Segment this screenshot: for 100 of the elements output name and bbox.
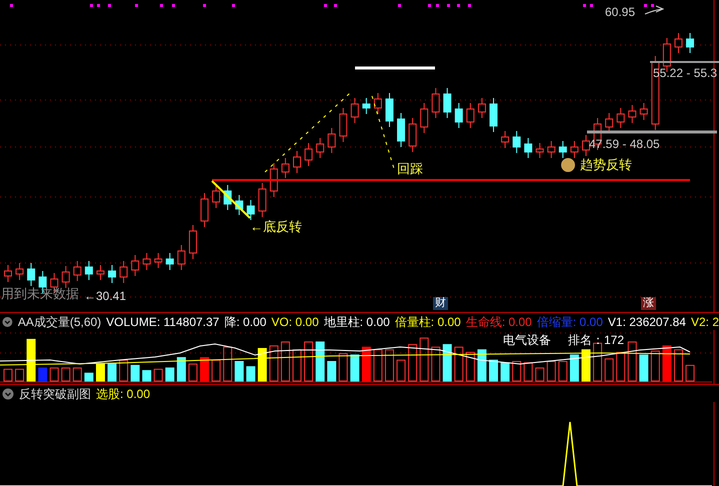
candlestick xyxy=(188,224,197,260)
volume-bar xyxy=(72,368,82,382)
volume-bar xyxy=(628,342,637,382)
candlestick xyxy=(177,244,186,270)
volume-bar xyxy=(200,357,210,382)
candlestick xyxy=(570,140,578,158)
candlestick xyxy=(281,158,290,178)
candlestick xyxy=(512,130,521,154)
volume-bar xyxy=(489,360,498,382)
candlestick xyxy=(547,140,556,158)
volume-bar xyxy=(616,352,626,382)
volume-bar xyxy=(662,345,672,382)
volume-bar xyxy=(593,342,602,382)
rank-label: 排名：172 xyxy=(568,334,624,346)
volume-bar xyxy=(570,354,579,382)
indicator-readout: 地里柱: 0.00 xyxy=(324,314,390,330)
candlestick xyxy=(16,262,24,280)
sector-label: 电气设备 xyxy=(503,334,551,346)
collapse-icon[interactable] xyxy=(2,388,14,400)
candlestick xyxy=(84,260,93,280)
volume-bar xyxy=(38,368,48,382)
candlestick xyxy=(524,138,532,158)
candlestick xyxy=(212,184,220,208)
volume-bar xyxy=(130,364,140,382)
candlestick xyxy=(674,32,682,54)
candlestick xyxy=(131,254,140,276)
indicator-readout: V2: 2 xyxy=(690,314,719,330)
panel-title: 反转突破副图 xyxy=(19,386,91,402)
volume-bar xyxy=(165,368,174,382)
volume-bar xyxy=(686,364,695,382)
candlestick xyxy=(536,142,544,158)
money-bag-icon xyxy=(561,158,576,172)
indicator-readout: 倍缩量: 0.00 xyxy=(536,314,603,330)
candlestick xyxy=(686,32,694,54)
high-price-label: 60.95 xyxy=(605,6,636,18)
volume-bar xyxy=(269,345,278,382)
candlestick xyxy=(4,264,12,282)
indicator-readout: V1: 236207.84 xyxy=(608,314,686,330)
collapse-icon[interactable] xyxy=(2,316,13,328)
candlestick xyxy=(605,112,614,134)
candlestick xyxy=(270,162,278,198)
candlestick xyxy=(466,102,474,128)
candlestick xyxy=(258,182,266,218)
candlestick xyxy=(316,138,324,158)
volume-bar xyxy=(431,346,440,382)
candlestick xyxy=(616,108,625,128)
volume-bar xyxy=(61,368,70,382)
candlestick xyxy=(454,102,463,128)
volume-bar xyxy=(500,362,510,382)
candlestick xyxy=(420,102,428,134)
signal-label: 回踩 xyxy=(397,162,423,175)
volume-bar xyxy=(26,338,36,382)
volume-bar xyxy=(674,349,683,382)
signal-label: ←底反转 xyxy=(250,220,302,233)
volume-bar xyxy=(373,349,382,382)
volume-bar xyxy=(338,353,348,382)
indicator-readout: VOLUME: 114807.37 xyxy=(106,314,220,330)
volume-bar xyxy=(408,344,418,382)
event-badge: 涨 xyxy=(641,297,656,310)
volume-bar xyxy=(466,352,475,382)
volume-bar xyxy=(119,360,128,382)
volume-bar xyxy=(304,342,314,382)
volume-bar xyxy=(84,372,94,382)
candlestick xyxy=(304,142,313,166)
volume-bar xyxy=(558,361,568,382)
indicator-readout: 降: 0.00 xyxy=(224,314,266,330)
low-price-label: ←30.41 xyxy=(84,290,126,302)
volume-bar xyxy=(396,360,406,382)
candlestick xyxy=(628,104,636,124)
price-range-line xyxy=(650,61,719,63)
candlestick xyxy=(432,88,440,118)
candlestick xyxy=(640,102,648,120)
volume-bar xyxy=(4,368,12,382)
panel-title: AA成交量(5,60) xyxy=(18,314,102,330)
candlestick xyxy=(142,252,151,270)
volume-bar xyxy=(188,364,198,382)
indicator-readout: 倍量柱: 0.00 xyxy=(394,314,461,330)
volume-bar xyxy=(420,338,429,382)
candlestick xyxy=(96,264,104,280)
candlestick xyxy=(246,200,255,220)
candlestick xyxy=(235,194,244,216)
candlestick xyxy=(154,252,162,268)
volume-bar xyxy=(280,342,290,382)
candlestick xyxy=(200,192,209,228)
volume-bar xyxy=(96,364,105,382)
candlestick xyxy=(582,134,590,156)
volume-bar xyxy=(15,368,24,382)
volume-bar xyxy=(154,368,163,382)
volume-bar xyxy=(650,350,660,382)
pointer-arrow-icon xyxy=(644,6,664,14)
volume-bar xyxy=(212,360,221,382)
candlestick xyxy=(328,128,336,154)
volume-bar xyxy=(327,361,336,382)
volume-bar xyxy=(108,364,117,382)
candlestick xyxy=(108,264,116,284)
indicator-readout: 生命线: 0.00 xyxy=(466,314,532,330)
volume-bar xyxy=(384,349,394,382)
volume-bar xyxy=(535,368,544,382)
candlestick xyxy=(490,98,498,132)
candlestick xyxy=(408,118,417,152)
